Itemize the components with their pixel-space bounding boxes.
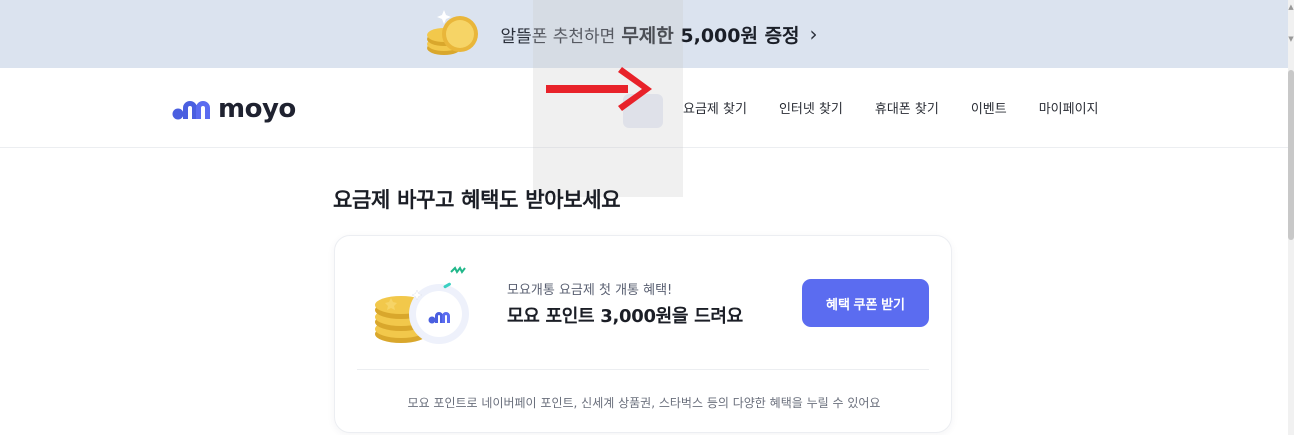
scroll-down-icon[interactable]: ▼ xyxy=(1288,34,1294,44)
logo[interactable]: moyo xyxy=(172,94,296,124)
page-scrollbar[interactable]: ▲ ▼ xyxy=(1288,0,1294,435)
nav-events[interactable]: 이벤트 xyxy=(971,98,1007,117)
nav-internet[interactable]: 인터넷 찾기 xyxy=(779,98,843,117)
divider xyxy=(357,369,929,370)
nav-plans[interactable]: 요금제 찾기 xyxy=(683,98,747,117)
benefit-card: 모요개통 요금제 첫 개통 혜택! 모요 포인트 3,000원을 드려요 혜택 … xyxy=(334,235,952,433)
card-subtitle: 모요개통 요금제 첫 개통 혜택! xyxy=(507,283,673,298)
get-coupon-button[interactable]: 혜택 쿠폰 받기 xyxy=(802,279,929,327)
logo-mark-icon xyxy=(172,101,210,120)
card-headline: 모요 포인트 3,000원을 드려요 xyxy=(507,306,743,327)
card-footnote: 모요 포인트로 네이버페이 포인트, 신세계 상품권, 스타벅스 등의 다양한 … xyxy=(407,396,881,410)
logo-text: moyo xyxy=(218,94,296,124)
scroll-up-icon[interactable]: ▲ xyxy=(1288,2,1294,12)
chevron-right-icon: › xyxy=(809,22,818,46)
page-title: 요금제 바꾸고 혜택도 받아보세요 xyxy=(333,188,621,212)
arrow-right-icon xyxy=(546,67,652,111)
nav-mypage[interactable]: 마이페이지 xyxy=(1039,98,1099,117)
nav-phones[interactable]: 휴대폰 찾기 xyxy=(875,98,939,117)
coin-icon xyxy=(422,4,486,64)
scroll-thumb[interactable] xyxy=(1288,70,1294,240)
main-nav: 요금제 찾기 인터넷 찾기 휴대폰 찾기 이벤트 마이페이지 xyxy=(683,98,1099,117)
point-coins-icon xyxy=(371,254,481,354)
